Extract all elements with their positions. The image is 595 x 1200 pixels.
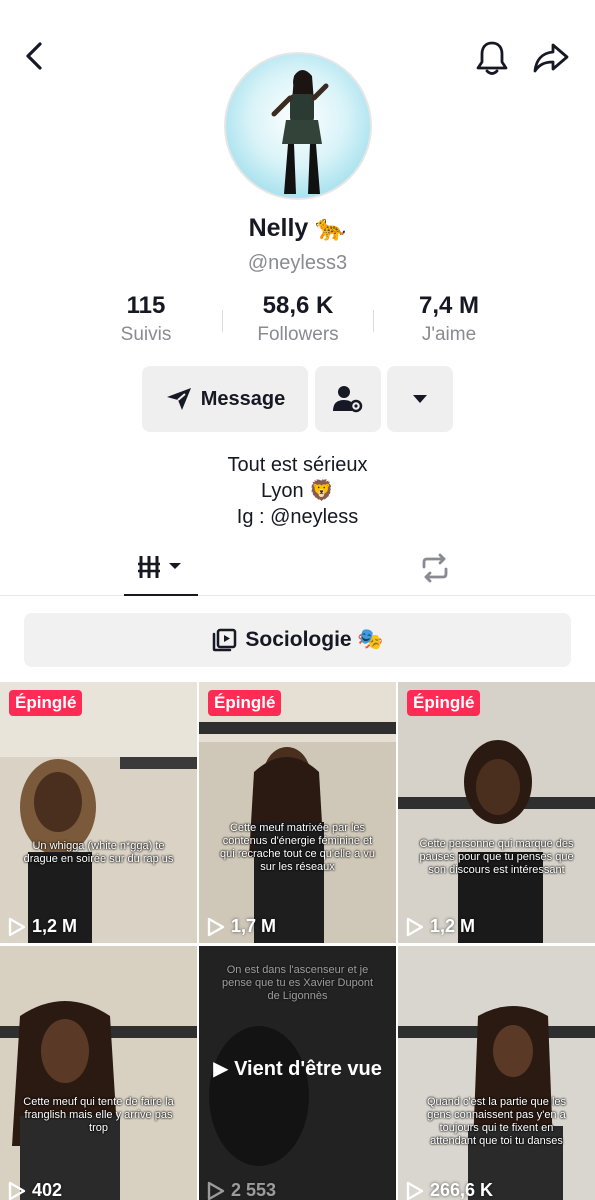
stat-value: 7,4 M bbox=[418, 292, 480, 319]
recently-watched-label: ▶ Vient d'être vue bbox=[199, 1056, 396, 1082]
video-caption: Quand c'est la partie que les gens conna… bbox=[426, 1096, 567, 1147]
play-icon: ▶ bbox=[213, 1058, 229, 1080]
bio-line: Lyon 🦁 bbox=[260, 480, 335, 502]
video-thumbnail[interactable]: Quand c'est la partie que les gens conna… bbox=[398, 946, 595, 1200]
view-count: 1,2 M bbox=[8, 916, 77, 937]
back-button[interactable] bbox=[14, 36, 54, 76]
profile-stats: 115 Suivis 58,6 K Followers 7,4 M J'aime bbox=[0, 292, 595, 352]
video-thumbnail[interactable]: On est dans l'ascenseur et je pense que … bbox=[199, 946, 396, 1200]
playlist-label: Sociologie 🎭 bbox=[245, 628, 384, 651]
bio-line: Tout est sérieux bbox=[227, 454, 368, 476]
caret-down-icon bbox=[413, 395, 427, 403]
stat-followers[interactable]: 58,6 K Followers bbox=[218, 292, 378, 346]
view-count-value: 266,6 K bbox=[430, 1180, 494, 1200]
pinned-badge: Épinglé bbox=[407, 690, 481, 716]
video-person-image bbox=[199, 682, 396, 943]
notifications-button[interactable] bbox=[470, 36, 514, 80]
play-icon bbox=[406, 1181, 424, 1200]
avatar-person-image bbox=[271, 70, 329, 194]
video-caption: On est dans l'ascenseur et je pense que … bbox=[221, 964, 374, 1002]
stat-label: J'aime bbox=[421, 324, 477, 345]
profile-handle: @neyless3 bbox=[247, 252, 348, 274]
repost-icon bbox=[422, 553, 448, 583]
stat-value: 115 bbox=[126, 292, 166, 319]
profile-name: Nelly 🐆 bbox=[248, 214, 347, 242]
play-icon bbox=[207, 917, 225, 936]
play-icon bbox=[406, 917, 424, 936]
playlist-button[interactable]: Sociologie 🎭 bbox=[24, 613, 571, 667]
play-icon bbox=[207, 1181, 225, 1200]
play-icon bbox=[8, 1181, 26, 1200]
view-count: 1,2 M bbox=[406, 916, 475, 937]
view-count-value: 1,7 M bbox=[231, 916, 277, 936]
video-person-image bbox=[0, 1001, 197, 1200]
bio-line[interactable]: Ig : @neyless bbox=[0, 504, 595, 530]
tab-reposts[interactable] bbox=[398, 540, 472, 596]
stat-label: Followers bbox=[257, 324, 339, 345]
view-count-value: 1,2 M bbox=[430, 916, 476, 936]
playlist-icon bbox=[213, 628, 237, 652]
video-caption: Cette meuf matrixée par les contenus d'é… bbox=[220, 822, 375, 873]
video-person-image bbox=[398, 740, 595, 943]
user-gear-icon bbox=[333, 386, 363, 413]
share-arrow-icon bbox=[533, 43, 569, 73]
video-thumbnail[interactable]: Cette meuf qui tente de faire la frangli… bbox=[0, 946, 197, 1200]
pinned-badge: Épinglé bbox=[9, 690, 83, 716]
avatar[interactable] bbox=[224, 52, 372, 200]
view-count-value: 402 bbox=[32, 1180, 63, 1200]
grid-bars-icon bbox=[138, 556, 181, 578]
stat-likes[interactable]: 7,4 M J'aime bbox=[369, 292, 529, 346]
video-caption: Cette meuf qui tente de faire la frangli… bbox=[23, 1096, 174, 1134]
video-grid: Épinglé Un whigga (white n*gga) te dragu… bbox=[0, 682, 595, 1200]
recently-watched-text: Vient d'être vue bbox=[234, 1058, 382, 1080]
video-person-image bbox=[0, 682, 197, 943]
message-button-label: Message bbox=[200, 387, 286, 410]
play-icon bbox=[8, 917, 26, 936]
video-caption: Un whigga (white n*gga) te drague en soi… bbox=[23, 840, 174, 865]
profile-bio: Tout est sérieux Lyon 🦁 Ig : @neyless bbox=[0, 452, 595, 530]
video-thumbnail[interactable]: Épinglé Un whigga (white n*gga) te dragu… bbox=[0, 682, 197, 943]
video-thumbnail[interactable]: Épinglé Cette personne qui marque des pa… bbox=[398, 682, 595, 943]
message-button[interactable]: Message bbox=[142, 366, 308, 432]
stat-value: 58,6 K bbox=[262, 292, 334, 319]
stat-label: Suivis bbox=[120, 324, 172, 345]
more-options-button[interactable] bbox=[387, 366, 453, 432]
video-person-image bbox=[398, 1006, 595, 1200]
view-count: 266,6 K bbox=[406, 1180, 493, 1200]
view-count: 1,7 M bbox=[207, 916, 276, 937]
chevron-left-icon bbox=[26, 42, 42, 70]
view-count-value: 2 553 bbox=[231, 1180, 277, 1200]
content-tabs bbox=[0, 540, 595, 596]
stat-following[interactable]: 115 Suivis bbox=[66, 292, 226, 346]
view-count: 402 bbox=[8, 1180, 62, 1200]
tab-videos[interactable] bbox=[124, 540, 198, 596]
video-caption: Cette personne qui marque des pauses pou… bbox=[419, 838, 574, 876]
bell-icon bbox=[476, 41, 508, 75]
pinned-badge: Épinglé bbox=[208, 690, 282, 716]
add-friend-button[interactable] bbox=[315, 366, 381, 432]
video-thumbnail[interactable]: Épinglé Cette meuf matrixée par les cont… bbox=[199, 682, 396, 943]
view-count-value: 1,2 M bbox=[32, 916, 78, 936]
share-button[interactable] bbox=[528, 36, 574, 80]
view-count: 2 553 bbox=[207, 1180, 276, 1200]
send-icon bbox=[166, 388, 191, 410]
